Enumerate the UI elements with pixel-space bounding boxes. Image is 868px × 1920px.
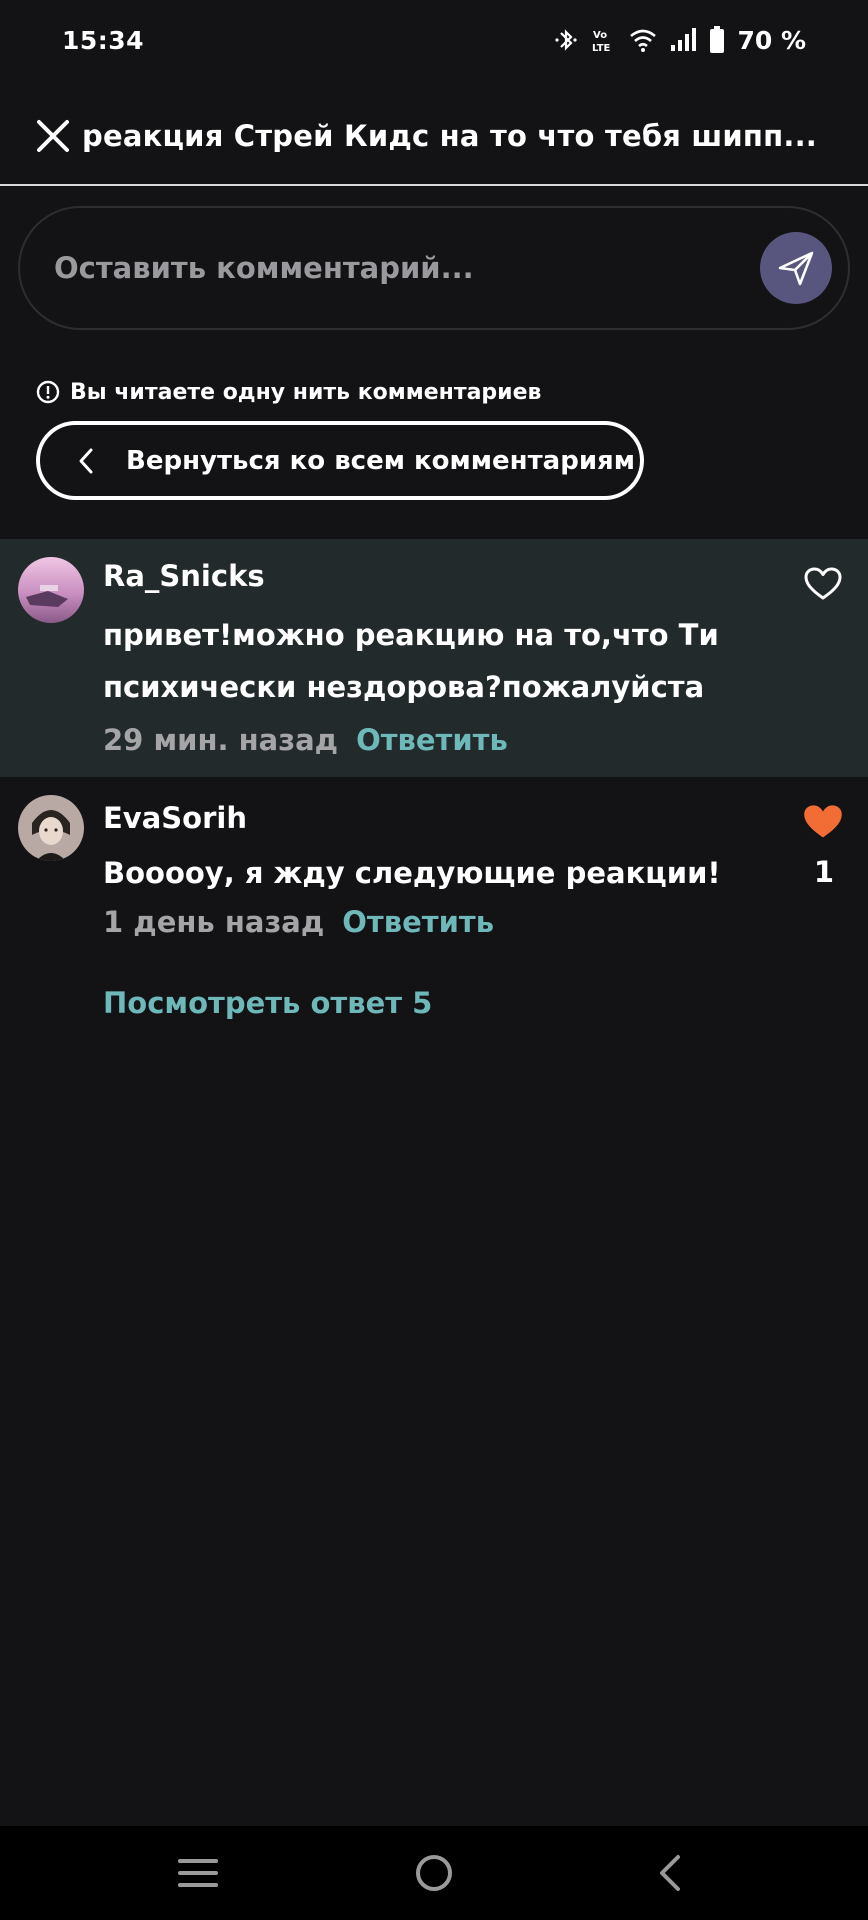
close-button[interactable] (34, 117, 72, 155)
svg-text:LTE: LTE (592, 43, 611, 54)
avatar[interactable] (18, 795, 84, 861)
comment-input[interactable]: Оставить комментарий... (18, 206, 850, 330)
back-chevron-icon (660, 1855, 680, 1891)
comment-item: EvaSorih 1 Вооооу, я жду следующие реакц… (0, 777, 868, 957)
recent-apps-button[interactable] (158, 1833, 238, 1913)
send-icon (778, 251, 814, 286)
menu-icon (178, 1859, 218, 1887)
back-button[interactable] (630, 1833, 710, 1913)
svg-text:Vo: Vo (593, 30, 607, 41)
title-bar: реакция Стрей Кидс на то что тебя шипп..… (0, 100, 868, 186)
comment-author[interactable]: Ra_Snicks (103, 559, 265, 593)
avatar[interactable] (18, 557, 84, 623)
reply-button[interactable]: Ответить (342, 905, 494, 939)
wifi-icon (630, 29, 657, 52)
comment-time: 1 день назад (103, 905, 325, 939)
home-button[interactable] (394, 1833, 474, 1913)
close-icon (37, 120, 69, 152)
thread-notice: Вы читаете одну нить комментариев (36, 376, 541, 408)
heart-outline-icon (804, 567, 842, 600)
home-circle-icon (416, 1855, 452, 1891)
comment-text: привет!можно реакцию на то,что Ти психич… (103, 618, 719, 704)
send-button[interactable] (760, 232, 832, 304)
comment-meta: 29 мин. назад Ответить (103, 723, 508, 757)
status-icons: Vo LTE 70 % (553, 26, 806, 55)
status-bar: 15:34 Vo LTE 70 % (0, 0, 868, 80)
back-to-all-comments-button[interactable]: Вернуться ко всем комментариям (36, 421, 644, 500)
volte-icon: Vo LTE (592, 30, 611, 54)
battery-percent: 70 % (737, 25, 806, 55)
view-replies-link[interactable]: Посмотреть ответ 5 (103, 986, 432, 1020)
info-icon (36, 380, 60, 404)
battery-icon (710, 26, 725, 53)
comment-meta: 1 день назад Ответить (103, 905, 494, 939)
comment-time: 29 мин. назад (103, 723, 339, 757)
comment-item: Ra_Snicks привет!можно реакцию на то,что… (0, 539, 868, 777)
comment-author[interactable]: EvaSorih (103, 801, 247, 835)
like-button[interactable] (802, 563, 844, 605)
comment-input-placeholder: Оставить комментарий... (54, 251, 474, 285)
screen: 15:34 Vo LTE 70 % реакция Стрей Кидс на … (0, 0, 868, 1920)
bluetooth-icon (555, 29, 578, 51)
signal-icon (671, 28, 697, 51)
comment-text: Вооооу, я жду следующие реакции! (103, 856, 721, 890)
reply-button[interactable]: Ответить (356, 723, 508, 757)
chevron-left-icon (79, 448, 93, 473)
like-button[interactable] (802, 801, 844, 843)
like-count: 1 (813, 855, 834, 889)
heart-filled-icon (804, 805, 842, 838)
status-time: 15:34 (62, 25, 145, 55)
back-to-all-comments-label: Вернуться ко всем комментариям (126, 445, 636, 476)
thread-notice-text: Вы читаете одну нить комментариев (70, 379, 542, 405)
page-title: реакция Стрей Кидс на то что тебя шипп..… (82, 119, 818, 153)
system-nav-bar (0, 1826, 868, 1920)
